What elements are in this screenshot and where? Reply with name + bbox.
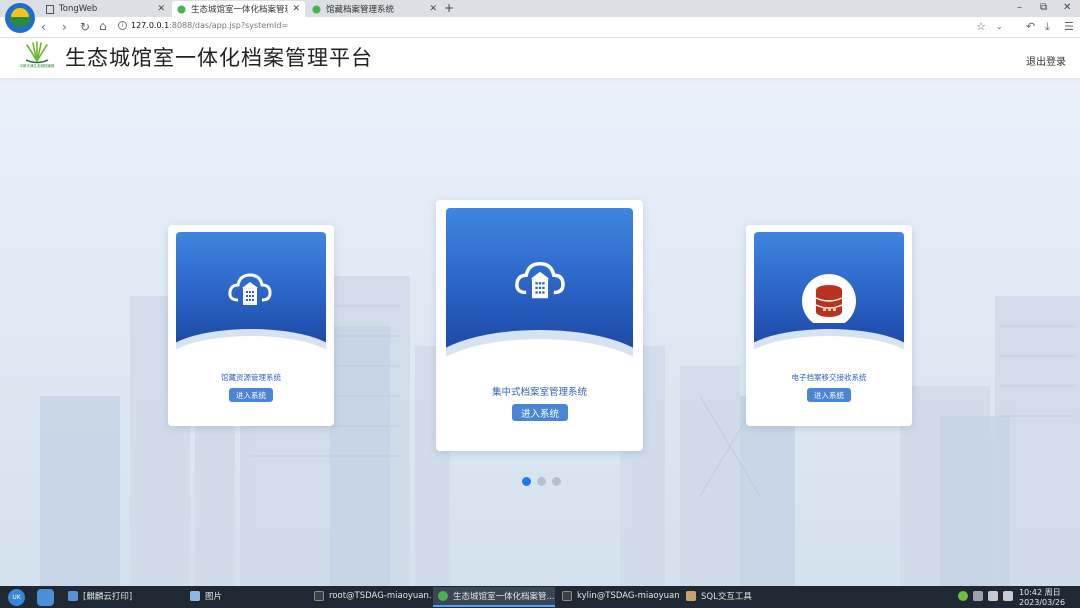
- new-tab-icon[interactable]: +: [444, 1, 454, 15]
- keyboard-icon[interactable]: [973, 591, 983, 601]
- taskbar-item-label: root@TSDAG-miaoyuan...: [329, 591, 431, 601]
- cloud-building-icon: [226, 270, 274, 313]
- close-window-icon[interactable]: ✕: [1063, 2, 1071, 13]
- carousel-dot-2[interactable]: [537, 477, 546, 486]
- download-icon[interactable]: ⤓: [1045, 20, 1050, 34]
- tab-close-icon[interactable]: ✕: [292, 4, 300, 14]
- taskbar-item-print[interactable]: [麒麟云打印]: [63, 587, 183, 607]
- browser-app-icon: [438, 591, 448, 601]
- reload-icon[interactable]: ↻: [80, 20, 90, 34]
- logo-caption: 中新天津生态城档案馆: [19, 64, 55, 68]
- minimize-icon[interactable]: –: [1017, 2, 1022, 13]
- taskbar-item-sql[interactable]: SQL交互工具: [681, 587, 803, 607]
- tab-close-icon[interactable]: ✕: [429, 4, 437, 14]
- taskbar: UK [麒麟云打印] 图片 root@TSDAG-miaoyuan... 生态城…: [0, 586, 1080, 608]
- carousel-dot-3[interactable]: [552, 477, 561, 486]
- taskbar-item-terminal-kylin[interactable]: kylin@TSDAG-miaoyuan...: [557, 587, 679, 607]
- clock-date: 2023/03/26: [1019, 598, 1066, 607]
- taskbar-item-label: 图片: [205, 592, 223, 602]
- back-icon[interactable]: ‹: [41, 20, 46, 34]
- tab-close-icon[interactable]: ✕: [157, 4, 165, 14]
- enter-system-button[interactable]: 进入系统: [229, 388, 273, 402]
- terminal-icon: [314, 591, 324, 601]
- sql-tool-icon: [686, 591, 696, 601]
- app-leaf-icon: [177, 5, 186, 14]
- tab-title: TongWeb: [59, 4, 98, 14]
- browser-tab-bar: TongWeb ✕ 生态城馆室一体化档案管理 ✕ 馆藏档案管理系统 ✕ + – …: [0, 0, 1080, 33]
- taskbar-item-browser[interactable]: 生态城馆室一体化档案管...: [433, 587, 555, 607]
- clock-time: 10:42 周日: [1019, 588, 1061, 597]
- card-banner: [446, 208, 633, 358]
- url-host: 127.0.0.1: [131, 21, 170, 30]
- browser-logo-icon[interactable]: [5, 3, 35, 33]
- card-title: 电子档案移交接收系统: [791, 373, 867, 382]
- logout-link[interactable]: 退出登录: [1026, 53, 1066, 68]
- card-banner: [176, 232, 326, 352]
- leaf-emblem-icon: [25, 41, 49, 64]
- tab-title: 馆藏档案管理系统: [326, 5, 395, 15]
- print-app-icon: [68, 591, 78, 601]
- taskbar-item-label: [麒麟云打印]: [83, 592, 133, 602]
- card-banner: [754, 232, 904, 352]
- card-title: 集中式档案室管理系统: [491, 387, 587, 398]
- tray-app-icon[interactable]: [958, 591, 968, 601]
- taskbar-item-terminal-root[interactable]: root@TSDAG-miaoyuan...: [309, 587, 431, 607]
- volume-icon[interactable]: [988, 591, 998, 601]
- dropdown-chevron-icon[interactable]: ⌄: [996, 22, 1003, 31]
- app-leaf-icon: [312, 5, 321, 14]
- home-icon[interactable]: ⌂: [99, 19, 107, 33]
- app-header: 中新天津生态城档案馆 生态城馆室一体化档案管理平台 退出登录: [0, 38, 1080, 78]
- system-card-collection[interactable]: 馆藏资源管理系统 进入系统: [168, 225, 334, 426]
- tab-tongweb[interactable]: TongWeb ✕: [40, 1, 170, 17]
- address-bar: ‹ › ↻ ⌂ i 127.0.0.1:8088/das/app.jsp?sys…: [0, 17, 1080, 38]
- page-title: 生态城馆室一体化档案管理平台: [65, 46, 373, 70]
- carousel-dot-1[interactable]: [522, 477, 531, 486]
- database-icon: [801, 273, 857, 328]
- undo-icon[interactable]: ↶: [1026, 20, 1035, 33]
- organization-logo: 中新天津生态城档案馆: [14, 41, 60, 73]
- tab-collection[interactable]: 馆藏档案管理系统 ✕: [307, 1, 442, 17]
- forward-icon[interactable]: ›: [62, 20, 67, 34]
- carousel-indicator: [522, 477, 561, 486]
- start-menu-button[interactable]: UK: [8, 589, 25, 606]
- taskbar-item-label: 生态城馆室一体化档案管...: [453, 592, 555, 602]
- restore-icon[interactable]: ⧉: [1040, 2, 1047, 13]
- system-card-archive-room[interactable]: 集中式档案室管理系统 进入系统: [436, 200, 643, 451]
- url-path: :8088/das/app.jsp?systemId=: [169, 21, 289, 30]
- taskbar-item-images[interactable]: 图片: [185, 587, 305, 607]
- taskbar-item-label: SQL交互工具: [701, 592, 752, 602]
- enter-system-button[interactable]: 进入系统: [512, 404, 568, 421]
- url-field[interactable]: 127.0.0.1:8088/das/app.jsp?systemId=: [131, 21, 288, 30]
- menu-icon[interactable]: ☰: [1064, 20, 1074, 33]
- taskbar-item-label: kylin@TSDAG-miaoyuan...: [577, 591, 679, 601]
- enter-system-button[interactable]: 进入系统: [807, 388, 851, 402]
- tab-platform[interactable]: 生态城馆室一体化档案管理 ✕: [172, 1, 305, 17]
- terminal-icon: [562, 591, 572, 601]
- page-icon: [45, 4, 54, 14]
- cloud-building-icon: [512, 258, 568, 307]
- tab-title: 生态城馆室一体化档案管理: [191, 5, 289, 15]
- image-viewer-icon: [190, 591, 200, 601]
- card-title: 馆藏资源管理系统: [221, 373, 281, 382]
- system-card-electronic-transfer[interactable]: 电子档案移交接收系统 进入系统: [746, 225, 912, 426]
- system-clock[interactable]: 10:42 周日 2023/03/26: [1019, 588, 1065, 608]
- file-manager-icon[interactable]: [37, 589, 54, 606]
- site-info-icon[interactable]: i: [118, 21, 127, 30]
- bookmark-star-icon[interactable]: ☆: [976, 20, 986, 33]
- network-icon[interactable]: [1003, 591, 1013, 601]
